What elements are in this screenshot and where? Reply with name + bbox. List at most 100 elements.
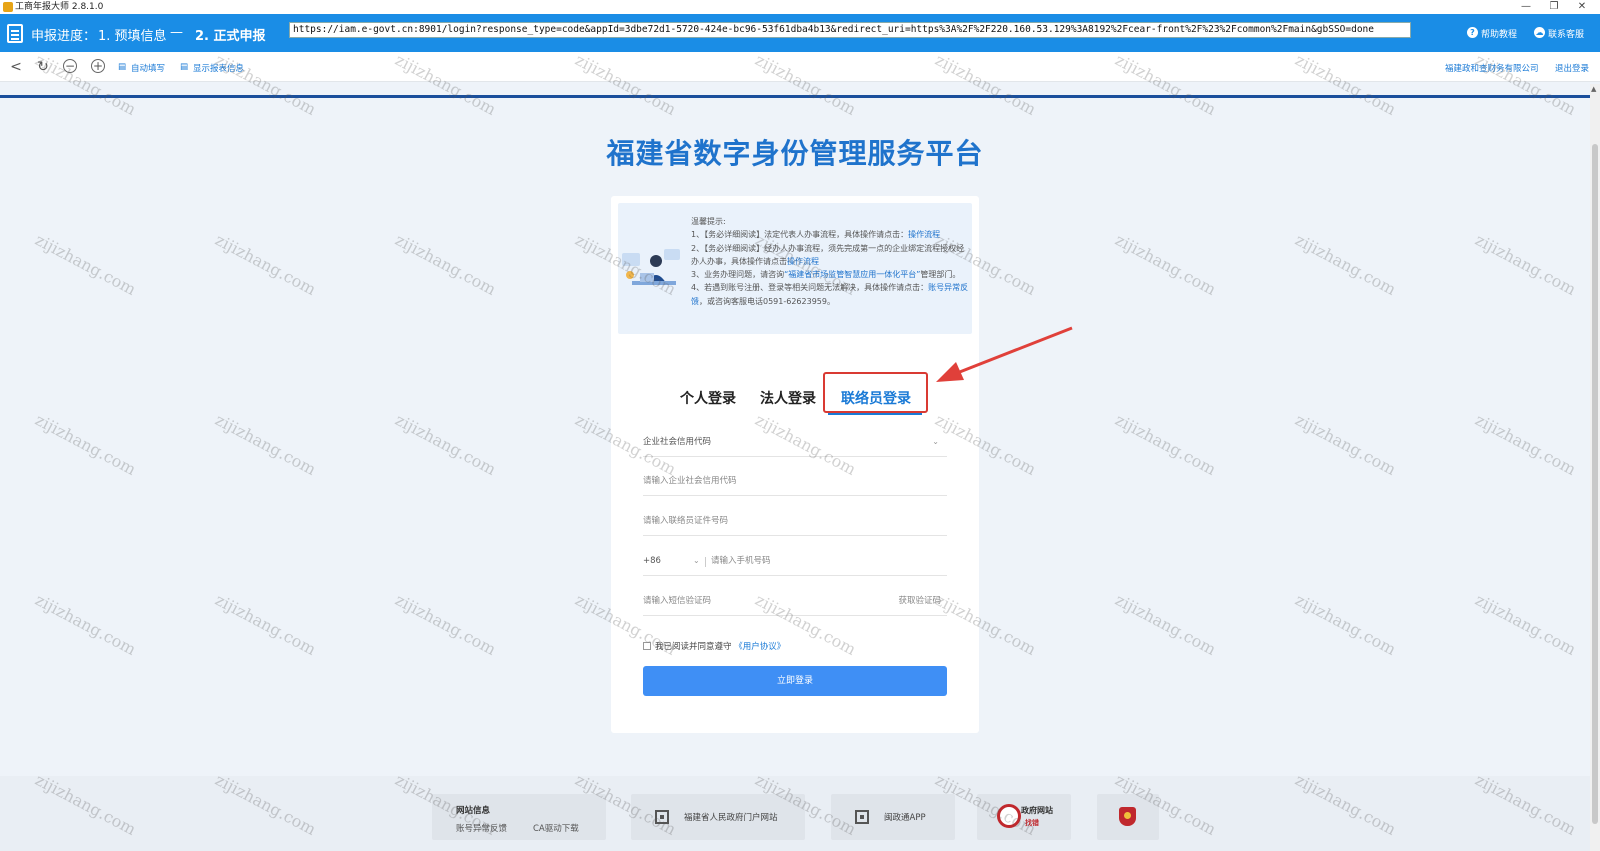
sms-code-placeholder: 请输入短信验证码 xyxy=(643,596,712,606)
progress-label: 申报进度： xyxy=(31,29,97,44)
gov-site-sub: 找错 xyxy=(1025,819,1039,827)
watermark-text: zijizhang.com xyxy=(1112,409,1220,480)
watermark-text: zijizhang.com xyxy=(212,409,320,480)
operation-flow-link-1[interactable]: 操作流程 xyxy=(908,230,940,239)
ca-download-link[interactable]: CA驱动下载 xyxy=(533,822,579,834)
credit-code-placeholder: 请输入企业社会信用代码 xyxy=(643,476,737,486)
watermark-text: zijizhang.com xyxy=(1472,409,1580,480)
watermark-text: zijizhang.com xyxy=(212,229,320,300)
logout-link[interactable]: 退出登录 xyxy=(1555,62,1589,74)
id-number-input[interactable]: 请输入联络员证件号码 xyxy=(643,508,947,536)
site-info-heading: 网站信息 xyxy=(456,806,491,816)
page-top-bar xyxy=(0,95,1590,98)
contact-link[interactable]: 联系客服 xyxy=(1548,27,1584,40)
step-formal[interactable]: 2. 正式申报 xyxy=(195,25,266,44)
party-emblem-icon xyxy=(1119,807,1136,826)
notice-line-4: 4、若遇到账号注册、登录等相关问题无法解决，具体操作请点击： xyxy=(691,283,929,293)
get-code-button[interactable]: 获取验证码 xyxy=(898,588,941,614)
country-code-select[interactable]: +86 xyxy=(643,548,661,574)
account-feedback-footer-link[interactable]: 账号异常反馈 xyxy=(456,822,507,834)
notice-item-4: 4、若遇到账号注册、登录等相关问题无法解决，具体操作请点击：账号异常反馈，或咨询… xyxy=(691,281,969,308)
zoom-out-icon[interactable]: − xyxy=(63,59,77,73)
gov-site-logo-icon xyxy=(997,804,1021,828)
close-button[interactable]: ✕ xyxy=(1570,0,1594,14)
credit-type-value: 企业社会信用代码 xyxy=(643,437,712,447)
footer-site-info: 网站信息 账号异常反馈 CA驱动下载 xyxy=(432,794,606,840)
platform-link[interactable]: “福建省市场监管智慧应用一体化平台” xyxy=(784,270,920,279)
login-card: 温馨提示: 1、【务必详细阅读】法定代表人办事流程，具体操作请点击：操作流程 2… xyxy=(611,196,979,733)
agree-text: 我已阅读并同意遵守 xyxy=(655,642,732,652)
notice-line-4-tail: ，或咨询客服电话0591-62623959。 xyxy=(699,296,835,306)
watermark-text: zijizhang.com xyxy=(1472,229,1580,300)
notice-line-2: 2、【务必详细阅读】经办人办事流程，须先完成第一点的企业绑定流程授权经办人办事，… xyxy=(691,243,965,266)
headset-icon[interactable]: ☁ xyxy=(1534,27,1545,38)
chevron-down-icon: ⌄ xyxy=(932,437,939,446)
app-icon xyxy=(3,2,13,12)
help-icon[interactable]: ? xyxy=(1467,27,1478,38)
step-prefill[interactable]: 1. 预填信息 xyxy=(98,25,167,44)
user-agreement-link[interactable]: 《用户协议》 xyxy=(734,642,785,652)
phone-input[interactable]: +86 ⌄ 请输入手机号码 xyxy=(643,548,947,576)
company-link[interactable]: 福建政和查财务有限公司 xyxy=(1445,62,1539,74)
tab-legal-login[interactable]: 法人登录 xyxy=(760,388,816,408)
notice-line-1: 1、【务必详细阅读】法定代表人办事流程，具体操作请点击： xyxy=(691,230,909,240)
notice-heading: 温馨提示: xyxy=(691,217,726,226)
help-link[interactable]: 帮助教程 xyxy=(1481,27,1517,40)
show-data-button[interactable]: 显示报表信息 xyxy=(193,62,244,74)
clipboard-icon xyxy=(7,24,23,43)
notice-text: 温馨提示: 1、【务必详细阅读】法定代表人办事流程，具体操作请点击：操作流程 2… xyxy=(691,215,969,308)
notice-item-1: 1、【务必详细阅读】法定代表人办事流程，具体操作请点击：操作流程 xyxy=(691,228,969,241)
watermark-text: zijizhang.com xyxy=(212,589,320,660)
watermark-text: zijizhang.com xyxy=(1472,589,1580,660)
watermark-text: zijizhang.com xyxy=(32,589,140,660)
tab-personal-login[interactable]: 个人登录 xyxy=(680,388,736,408)
scrollbar-thumb[interactable] xyxy=(1592,144,1598,824)
back-icon[interactable]: < xyxy=(8,59,24,75)
id-number-placeholder: 请输入联络员证件号码 xyxy=(643,516,729,526)
watermark-text: zijizhang.com xyxy=(32,229,140,300)
autofill-button[interactable]: 自动填写 xyxy=(131,62,165,74)
notice-line-3: 3、业务办理问题，请咨询 xyxy=(691,270,785,280)
refresh-icon[interactable]: ↻ xyxy=(35,59,51,75)
watermark-text: zijizhang.com xyxy=(32,409,140,480)
qr-code-icon xyxy=(855,810,869,824)
scroll-up-icon[interactable]: ▲ xyxy=(1591,85,1596,93)
step-separator: — xyxy=(170,25,183,40)
sms-code-input[interactable]: 请输入短信验证码 获取验证码 xyxy=(643,588,947,616)
autofill-icon[interactable]: ▤ xyxy=(118,62,126,72)
footer-portal[interactable]: 福建省人民政府门户网站 xyxy=(631,794,805,840)
minimize-button[interactable]: — xyxy=(1514,0,1538,14)
watermark-text: zijizhang.com xyxy=(392,589,500,660)
credit-type-select[interactable]: 企业社会信用代码 ⌄ xyxy=(643,429,947,457)
portal-link[interactable]: 福建省人民政府门户网站 xyxy=(684,811,778,823)
page-title: 福建省数字身份管理服务平台 xyxy=(606,137,984,170)
url-input[interactable]: https://iam.e-govt.cn:8901/login?respons… xyxy=(289,22,1411,38)
vertical-scrollbar[interactable]: ▲ xyxy=(1590,84,1600,851)
credit-code-input[interactable]: 请输入企业社会信用代码 xyxy=(643,468,947,496)
notice-item-3: 3、业务办理问题，请咨询“福建省市场监管智慧应用一体化平台”管理部门。 xyxy=(691,268,969,281)
footer-app[interactable]: 闽政通APP xyxy=(831,794,955,840)
zoom-in-icon[interactable]: + xyxy=(91,59,105,73)
login-button[interactable]: 立即登录 xyxy=(643,666,947,696)
app-link[interactable]: 闽政通APP xyxy=(884,811,926,823)
window-title: 工商年报大师 2.8.1.0 xyxy=(15,2,104,12)
watermark-text: zijizhang.com xyxy=(392,229,500,300)
qr-code-icon xyxy=(655,810,669,824)
notice-item-2: 2、【务必详细阅读】经办人办事流程，须先完成第一点的企业绑定流程授权经办人办事，… xyxy=(691,242,969,269)
gov-site-label: 政府网站 xyxy=(1021,806,1053,815)
watermark-text: zijizhang.com xyxy=(392,409,500,480)
agreement-row: 我已阅读并同意遵守 《用户协议》 xyxy=(643,640,785,652)
footer-emblem[interactable] xyxy=(1097,794,1159,840)
highlight-box xyxy=(823,372,928,413)
footer-gov-site[interactable]: 政府网站 找错 xyxy=(977,794,1071,840)
phone-placeholder: 请输入手机号码 xyxy=(711,556,771,566)
agree-checkbox[interactable] xyxy=(643,642,651,650)
report-icon[interactable]: ▤ xyxy=(180,62,188,72)
operation-flow-link-2[interactable]: 操作流程 xyxy=(787,257,819,266)
divider xyxy=(705,557,706,567)
restore-button[interactable]: ❐ xyxy=(1542,0,1566,14)
watermark-text: zijizhang.com xyxy=(1112,589,1220,660)
watermark-text: zijizhang.com xyxy=(1292,589,1400,660)
person-at-desk-icon xyxy=(622,249,680,285)
notice-line-3-tail: 管理部门。 xyxy=(920,270,961,280)
